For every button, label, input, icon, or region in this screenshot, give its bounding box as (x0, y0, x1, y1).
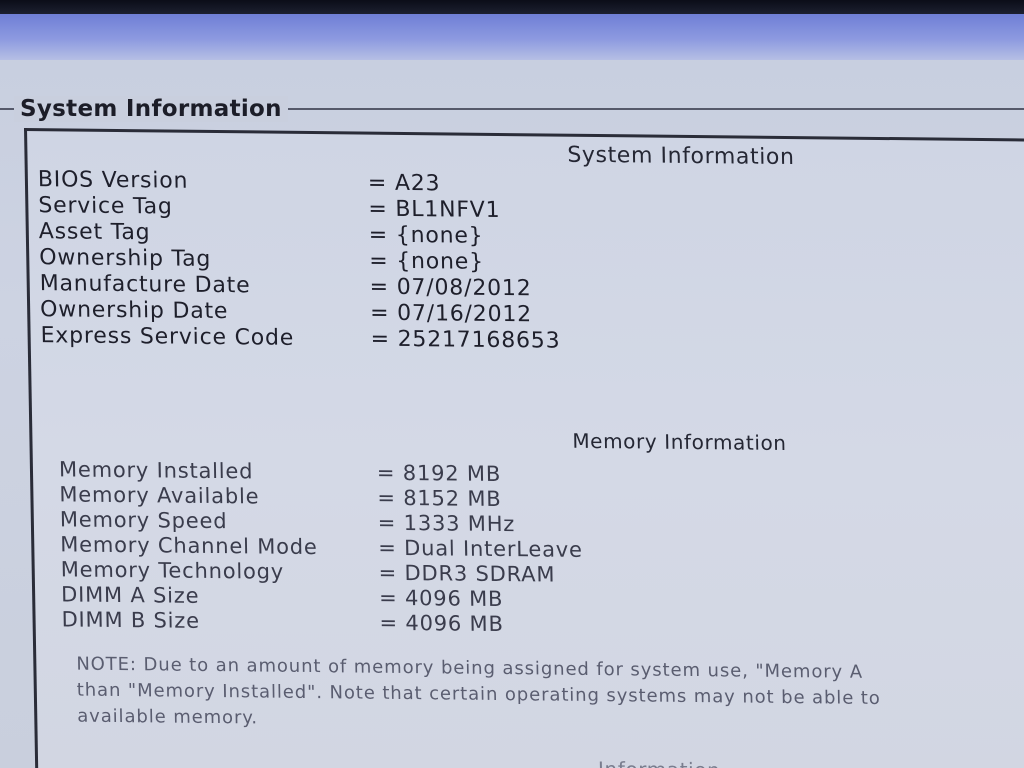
field-value: = 4096 MB (379, 610, 504, 637)
memory-information-heading: Memory Information (572, 428, 787, 456)
field-label: Service Tag (38, 193, 173, 220)
field-label: Memory Technology (60, 557, 285, 584)
field-label: DIMM B Size (61, 607, 201, 633)
field-label: Express Service Code (40, 323, 295, 351)
title-bar (0, 14, 1024, 60)
field-value: = 8192 MB (376, 460, 502, 487)
field-value: = 07/08/2012 (369, 274, 532, 302)
field-value: = Dual InterLeave (378, 535, 583, 562)
field-value: = 07/16/2012 (369, 300, 533, 328)
field-value: = A23 (367, 170, 441, 197)
field-label: Asset Tag (38, 219, 151, 246)
field-value: = {none} (369, 248, 485, 275)
field-label: DIMM A Size (60, 582, 200, 608)
field-label: Ownership Date (39, 297, 229, 325)
field-label: BIOS Version (37, 167, 189, 194)
field-label: Manufacture Date (39, 271, 251, 299)
field-label: Memory Installed (58, 457, 254, 484)
memory-info-list: Memory Installed = 8192 MB Memory Availa… (27, 131, 1024, 636)
field-label: Memory Available (59, 482, 260, 509)
memory-note: NOTE: Due to an amount of memory being a… (76, 652, 1024, 740)
group-box-title: System Information (14, 96, 288, 122)
next-section-heading: Information (598, 757, 721, 768)
field-value: = 1333 MHz (377, 510, 516, 537)
system-info-list: BIOS Version = A23 Service Tag = BL1NFV1… (27, 131, 1024, 353)
monitor-bezel (0, 0, 1024, 14)
field-value: = {none} (368, 222, 484, 249)
field-value: = BL1NFV1 (368, 196, 501, 223)
field-label: Memory Channel Mode (60, 532, 318, 560)
field-label: Ownership Tag (39, 245, 212, 272)
field-value: = DDR3 SDRAM (378, 560, 556, 587)
field-value: = 4096 MB (378, 585, 504, 612)
field-label: Memory Speed (59, 507, 228, 534)
system-information-heading: System Information (567, 142, 795, 171)
system-information-panel: System Information BIOS Version = A23 Se… (24, 128, 1024, 768)
bios-screen: System Information System Information BI… (0, 0, 1024, 768)
field-value: = 25217168653 (370, 326, 561, 354)
field-value: = 8152 MB (377, 485, 502, 512)
